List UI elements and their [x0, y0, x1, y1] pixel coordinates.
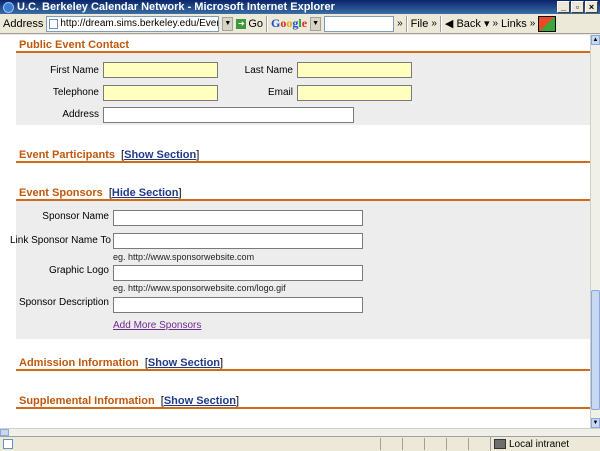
section-rule: [16, 369, 590, 371]
vertical-scrollbar[interactable]: ▲ ▼: [590, 35, 600, 428]
ie-icon: [3, 1, 14, 13]
status-cell: [446, 438, 468, 450]
last-name-label: Last Name: [244, 65, 293, 76]
first-name-label: First Name: [50, 65, 99, 76]
google-search-input[interactable]: [324, 15, 395, 32]
section-title-contact: Public Event Contact: [19, 39, 130, 51]
status-cell: [424, 438, 446, 450]
page-icon: [49, 18, 59, 29]
section-title-admission: Admission Information [Show Section]: [19, 357, 224, 369]
sponsors-hide-section-link[interactable]: Hide Section: [112, 187, 179, 199]
zone-label: Local intranet: [509, 438, 570, 450]
close-button[interactable]: ×: [585, 1, 598, 13]
go-arrow-icon: ➜: [236, 18, 247, 29]
maximize-button[interactable]: ▫: [571, 1, 584, 13]
link-sponsor-input[interactable]: [113, 233, 363, 249]
first-name-input[interactable]: [103, 62, 218, 78]
section-rule: [16, 407, 590, 409]
status-cell: [468, 438, 490, 450]
window-title: U.C. Berkeley Calendar Network - Microso…: [17, 1, 335, 13]
participants-show-section-link[interactable]: Show Section: [124, 149, 196, 161]
section-title-participants: Event Participants [Show Section]: [19, 149, 200, 161]
toolbar: Address http://dream.sims.berkeley.edu/E…: [0, 14, 600, 34]
section-rule: [16, 161, 590, 163]
scroll-up-icon[interactable]: ▲: [591, 35, 600, 45]
toolbar-separator: [439, 15, 442, 32]
intranet-icon: [494, 439, 506, 449]
google-chevron-icon[interactable]: »: [397, 18, 403, 29]
section-title-sponsors: Event Sponsors [Hide Section]: [19, 187, 182, 199]
telephone-input[interactable]: [103, 85, 218, 101]
links-chevron-icon[interactable]: »: [530, 18, 536, 29]
back-button[interactable]: ◀ Back ▾: [445, 17, 490, 30]
add-more-sponsors-link[interactable]: Add More Sponsors: [113, 320, 201, 331]
telephone-label: Telephone: [52, 87, 99, 98]
toolbar-separator: [405, 15, 408, 32]
status-bar: Local intranet: [0, 436, 600, 451]
status-cell: [380, 438, 402, 450]
status-cell: [402, 438, 424, 450]
links-button[interactable]: Links: [501, 18, 527, 30]
supplemental-show-section-link[interactable]: Show Section: [164, 395, 236, 407]
status-page-icon: [3, 438, 13, 449]
status-cells: [380, 438, 490, 450]
email-input[interactable]: [297, 85, 412, 101]
horizontal-scrollbar[interactable]: [0, 428, 600, 436]
scroll-left-icon[interactable]: [0, 429, 9, 436]
security-zone: Local intranet: [490, 437, 569, 451]
scroll-thumb[interactable]: [591, 290, 600, 410]
admission-show-section-link[interactable]: Show Section: [148, 357, 220, 369]
google-dropdown-icon[interactable]: ▼: [310, 16, 322, 31]
address-input[interactable]: [103, 107, 354, 123]
minimize-button[interactable]: _: [557, 1, 570, 13]
go-label: Go: [248, 17, 264, 30]
link-sponsor-label: Link Sponsor Name To: [10, 235, 111, 246]
address-dropdown-icon[interactable]: ▼: [222, 16, 234, 31]
toolbar-separator: [266, 15, 269, 32]
sponsor-name-label: Sponsor Name: [42, 211, 109, 222]
back-chevron-icon[interactable]: »: [492, 18, 498, 29]
section-title-supplemental: Supplemental Information [Show Section]: [19, 395, 239, 407]
address-label: Address: [3, 17, 44, 30]
file-menu[interactable]: File: [411, 18, 429, 30]
graphic-logo-label: Graphic Logo: [48, 265, 109, 276]
google-logo[interactable]: Google: [271, 16, 307, 31]
title-bar: U.C. Berkeley Calendar Network - Microso…: [0, 0, 600, 14]
page-content: Public Event Contact First Name Last Nam…: [0, 35, 590, 428]
window-controls: _ ▫ ×: [557, 1, 598, 13]
scroll-down-icon[interactable]: ▼: [591, 418, 600, 428]
sponsor-name-input[interactable]: [113, 210, 363, 226]
graphic-logo-input[interactable]: [113, 265, 363, 281]
sponsor-description-label: Sponsor Description: [18, 297, 109, 308]
sponsor-description-input[interactable]: [113, 297, 363, 313]
windows-logo-icon: [538, 15, 557, 32]
email-label: Email: [267, 87, 293, 98]
graphic-logo-hint: eg. http://www.sponsorwebsite.com/logo.g…: [113, 283, 286, 293]
last-name-input[interactable]: [297, 62, 412, 78]
address-bar[interactable]: http://dream.sims.berkeley.edu/EventCale…: [46, 15, 220, 32]
address-url: http://dream.sims.berkeley.edu/EventCale…: [60, 18, 218, 29]
address-label: Address: [62, 109, 99, 120]
file-chevron-icon[interactable]: »: [431, 18, 437, 29]
go-button[interactable]: ➜ Go: [236, 18, 263, 30]
link-sponsor-hint: eg. http://www.sponsorwebsite.com: [113, 252, 255, 262]
